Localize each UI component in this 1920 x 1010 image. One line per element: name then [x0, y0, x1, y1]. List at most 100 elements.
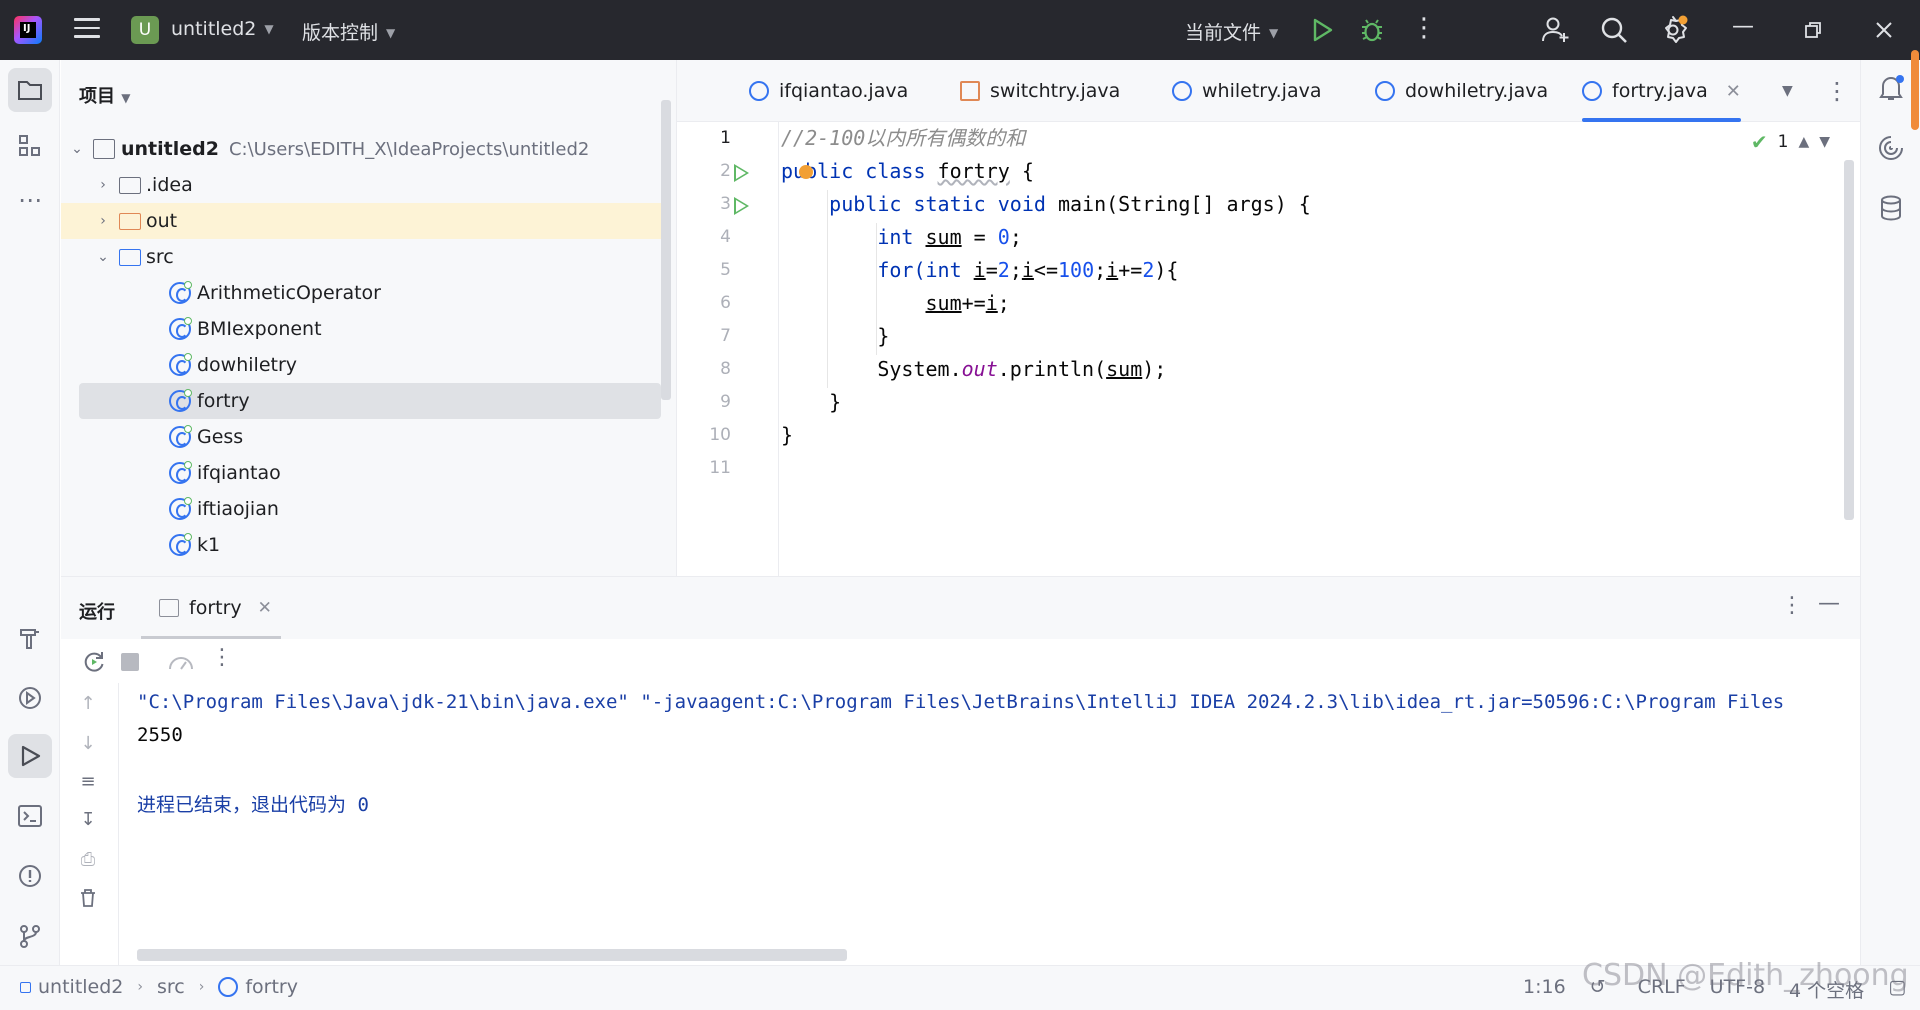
project-switcher[interactable]: untitled2 ▼ [171, 18, 274, 40]
tree-row-class[interactable]: BMIexponent [61, 311, 661, 347]
add-user-icon[interactable] [1539, 14, 1571, 46]
debug-icon[interactable] [1356, 14, 1388, 46]
database-icon[interactable] [1875, 192, 1907, 224]
class-icon [169, 353, 192, 376]
console-line: 进程已结束，退出代码为 0 [137, 794, 369, 816]
run-gutter-icon[interactable] [734, 197, 749, 215]
tree-row-class[interactable]: iftiaojian [61, 491, 661, 527]
tree-row-class-selected[interactable]: fortry [79, 383, 661, 419]
class-icon [169, 461, 192, 484]
project-panel-title[interactable]: 项目 ▼ [79, 82, 131, 108]
code-line-7: } [781, 320, 889, 353]
close-tab-icon[interactable]: ✕ [258, 598, 272, 618]
search-icon[interactable] [1598, 14, 1630, 46]
chevron-down-icon[interactable]: ▼ [1819, 134, 1830, 150]
restore-window-icon[interactable] [1797, 14, 1829, 46]
rerun-icon[interactable] [81, 649, 107, 680]
code-area[interactable]: //2-100以内所有偶数的和 public class fortry { pu… [781, 122, 1831, 576]
tree-row-src[interactable]: ⌄ src [61, 239, 661, 275]
project-tool-icon[interactable] [8, 68, 52, 112]
tree-label: k1 [197, 534, 221, 556]
more-vertical-icon[interactable]: ⋮ [1825, 60, 1849, 122]
project-scrollbar[interactable] [661, 100, 671, 400]
tree-row-class[interactable]: k1 [61, 527, 661, 563]
scroll-to-end-icon[interactable]: ↧ [75, 809, 101, 835]
services-icon[interactable] [8, 676, 52, 720]
tree-row-class[interactable]: ArithmeticOperator [61, 275, 661, 311]
stop-icon[interactable] [121, 653, 139, 671]
line-number: 6 [720, 293, 731, 313]
tab-whiletry[interactable]: whiletry.java [1172, 60, 1321, 122]
breadcrumb-item[interactable]: fortry [245, 976, 298, 998]
run-icon[interactable] [1306, 14, 1338, 46]
hide-panel-icon[interactable]: — [1818, 591, 1840, 616]
code-token: i [985, 291, 998, 315]
more-vertical-icon[interactable]: ⋮ [211, 645, 233, 670]
profiler-icon[interactable] [167, 649, 195, 680]
chevron-down-icon[interactable]: ⌄ [93, 249, 113, 265]
arrow-down-icon[interactable]: ↓ [75, 733, 101, 759]
console-scrollbar[interactable] [137, 949, 847, 961]
code-token: int [877, 225, 914, 249]
arrow-up-icon[interactable]: ↑ [75, 693, 101, 719]
intellij-idea-icon[interactable]: IJ [14, 16, 42, 44]
soft-wrap-icon[interactable]: ≡ [75, 771, 101, 797]
tree-row-class[interactable]: Gess [61, 419, 661, 455]
line-number: 5 [720, 260, 731, 280]
tree-row-class[interactable]: ifqiantao [61, 455, 661, 491]
vcs-menu[interactable]: 版本控制 ▼ [302, 18, 395, 45]
notifications-bell-icon[interactable] [1875, 72, 1907, 104]
caret-position[interactable]: 1:16 [1523, 976, 1566, 1003]
close-tab-icon[interactable]: ✕ [1726, 81, 1741, 102]
run-gutter-icon[interactable] [734, 164, 749, 182]
chevron-down-icon[interactable]: ⌄ [67, 141, 87, 157]
project-badge[interactable]: U [131, 16, 159, 44]
tree-row-class[interactable]: dowhiletry [61, 347, 661, 383]
class-icon [169, 425, 192, 448]
chevron-right-icon[interactable]: › [93, 213, 113, 229]
terminal-icon[interactable] [8, 794, 52, 838]
more-vertical-icon[interactable]: ⋮ [1408, 14, 1440, 46]
check-icon: ✔ [1750, 130, 1768, 154]
editor-scrollbar[interactable] [1844, 160, 1854, 520]
tree-row-out[interactable]: › out [61, 203, 661, 239]
run-side-toolbar: ↑ ↓ ≡ ↧ ⎙ [61, 683, 119, 966]
tree-row-module[interactable]: ⌄ untitled2 C:\Users\EDITH_X\IdeaProject… [61, 131, 661, 167]
build-hammer-icon[interactable] [8, 616, 52, 660]
inspection-widget[interactable]: ✔ 1 ▲ ▼ [1751, 130, 1830, 154]
run-panel: 运行 fortry ✕ ⋮ — ⋮ ↑ ↓ ≡ ↧ ⎙ "C:\Program … [61, 576, 1860, 966]
git-branch-icon[interactable] [8, 914, 52, 958]
tab-ifqiantao[interactable]: ifqiantao.java [749, 60, 908, 122]
chevron-up-icon[interactable]: ▲ [1798, 134, 1809, 150]
breadcrumb-item[interactable]: untitled2 [38, 976, 123, 998]
run-config-label: 当前文件 [1185, 22, 1262, 44]
close-window-icon[interactable] [1868, 14, 1900, 46]
print-icon[interactable]: ⎙ [75, 849, 101, 875]
code-token: i [1021, 258, 1034, 282]
run-config-selector[interactable]: 当前文件 ▼ [1185, 18, 1278, 45]
trash-icon[interactable] [75, 887, 101, 913]
run-tool-icon[interactable] [8, 734, 52, 778]
more-tools-icon[interactable]: ⋯ [8, 178, 52, 222]
minimize-window-icon[interactable]: — [1727, 14, 1759, 46]
run-tab-fortry[interactable]: fortry ✕ [141, 577, 281, 639]
code-token: 2 [1142, 258, 1155, 282]
tab-list-chevron-icon[interactable]: ▼ [1782, 60, 1793, 122]
ai-assistant-icon[interactable] [1875, 132, 1907, 164]
tree-row-idea[interactable]: › .idea [61, 167, 661, 203]
run-panel-header: 运行 fortry ✕ ⋮ — [61, 577, 1860, 639]
tab-switchtry[interactable]: switchtry.java [960, 60, 1120, 122]
vcs-menu-label: 版本控制 [302, 22, 379, 44]
settings-gear-icon[interactable] [1657, 14, 1689, 46]
structure-tool-icon[interactable] [8, 124, 52, 168]
intention-bulb-icon[interactable] [799, 165, 813, 179]
tab-dowhiletry[interactable]: dowhiletry.java [1375, 60, 1548, 122]
main-menu-icon[interactable] [74, 18, 100, 40]
code-line-6: sum+=i; [781, 287, 1010, 320]
more-vertical-icon[interactable]: ⋮ [1781, 593, 1803, 618]
tab-fortry-active[interactable]: fortry.java ✕ [1582, 60, 1741, 122]
console-output[interactable]: "C:\Program Files\Java\jdk-21\bin\java.e… [137, 683, 1857, 933]
chevron-right-icon[interactable]: › [93, 177, 113, 193]
breadcrumb-item[interactable]: src [157, 976, 185, 998]
problems-icon[interactable] [8, 854, 52, 898]
